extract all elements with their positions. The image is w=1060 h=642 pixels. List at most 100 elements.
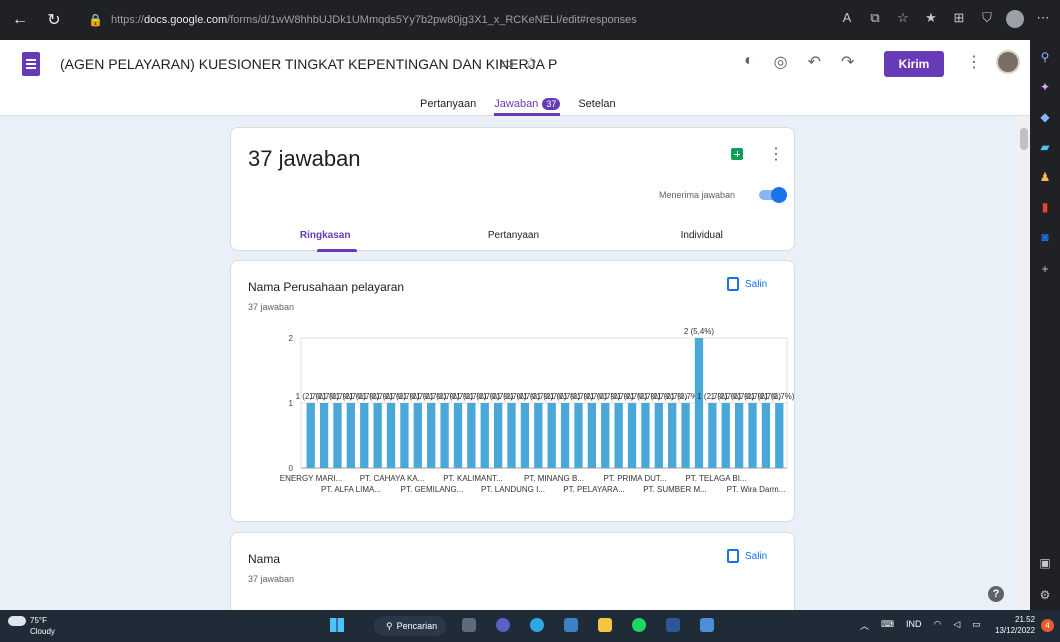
forms-header: (AGEN PELAYARAN) KUESIONER TINGKAT KEPEN… — [0, 40, 1030, 116]
preview-eye-icon[interactable]: ◎ — [774, 52, 788, 72]
y-tick-label: 2 — [289, 334, 294, 343]
clock-date: 13/12/2022 — [995, 626, 1036, 635]
help-icon[interactable]: ? — [988, 586, 1004, 602]
spotify-icon[interactable] — [632, 618, 646, 632]
bar — [534, 403, 543, 468]
wifi-icon[interactable]: ◠ — [934, 619, 942, 632]
bar — [668, 403, 677, 468]
form-title[interactable]: (AGEN PELAYARAN) KUESIONER TINGKAT KEPEN… — [60, 56, 557, 72]
bar — [547, 403, 556, 468]
undo-icon[interactable]: ↶ — [808, 52, 821, 72]
settings-gear-icon[interactable]: ⚙ — [1038, 588, 1052, 602]
copy-responses-button[interactable]: Salin — [727, 549, 767, 563]
question-card-name: Nama 37 jawaban Salin — [230, 532, 795, 612]
tab-question[interactable]: Pertanyaan — [419, 230, 607, 241]
notification-badge[interactable]: 4 — [1041, 619, 1054, 632]
tab-settings[interactable]: Setelan — [578, 98, 615, 116]
browser-menu-icon[interactable]: ⋯ — [1034, 10, 1052, 31]
question-response-count: 37 jawaban — [248, 574, 295, 584]
scroll-thumb[interactable] — [1020, 128, 1028, 150]
shopping-tag-icon[interactable]: ◆ — [1038, 110, 1052, 124]
accepting-responses-toggle[interactable] — [759, 187, 787, 203]
back-icon[interactable]: ← — [6, 6, 34, 34]
bar — [721, 403, 730, 468]
office-icon[interactable]: ▮ — [1038, 200, 1052, 214]
bar — [587, 403, 597, 468]
clock-time: 21.52 — [1015, 615, 1036, 624]
bar — [507, 403, 516, 468]
tab-questions[interactable]: Pertanyaan — [420, 98, 476, 116]
file-explorer-icon[interactable] — [598, 618, 612, 632]
y-tick-label: 0 — [289, 464, 294, 473]
more-vert-icon[interactable]: ⋮ — [768, 144, 784, 164]
bar — [654, 403, 663, 468]
split-screen-icon[interactable]: ⧉ — [866, 10, 884, 31]
bar — [627, 403, 637, 468]
teams-icon[interactable] — [496, 618, 510, 632]
tab-individual[interactable]: Individual — [608, 230, 796, 241]
favorite-icon[interactable]: ☆ — [894, 10, 912, 31]
x-tick-label: PT. Wira Darm... — [727, 485, 786, 494]
bar — [574, 403, 583, 468]
bar — [493, 403, 503, 468]
store-icon[interactable] — [564, 618, 578, 632]
question-title: Nama — [248, 552, 281, 566]
windows-start-icon[interactable] — [330, 618, 344, 632]
add-icon[interactable]: + — [1038, 262, 1052, 276]
y-tick-label: 1 — [289, 399, 294, 408]
system-tray: ︿ ⌨ IND ◠ ◁ ▭ — [860, 619, 981, 632]
keyboard-icon[interactable]: ⌨ — [881, 619, 894, 632]
bar — [761, 403, 771, 468]
refresh-icon[interactable]: ↻ — [40, 6, 68, 34]
google-forms-logo[interactable] — [22, 52, 40, 76]
photos-icon[interactable] — [700, 618, 714, 632]
chevron-up-icon[interactable]: ︿ — [860, 619, 869, 632]
discover-icon[interactable]: ✦ — [1038, 80, 1052, 94]
bar — [560, 403, 570, 468]
shield-icon[interactable]: ⛉ — [978, 10, 996, 31]
word-icon[interactable] — [666, 618, 680, 632]
battery-icon[interactable]: ▭ — [972, 619, 981, 632]
sidebar-toggle-icon[interactable]: ▣ — [1038, 556, 1052, 570]
redo-icon[interactable]: ↷ — [841, 52, 854, 72]
address-bar[interactable]: 🔒 https://docs.google.com/forms/d/1wW8hh… — [88, 7, 798, 33]
google-sheets-icon[interactable] — [731, 148, 743, 160]
outlook-icon[interactable]: ◙ — [1038, 230, 1052, 244]
weather-widget[interactable]: 75°F Cloudy — [8, 615, 55, 637]
copy-label: Salin — [745, 550, 768, 562]
url-path: /forms/d/1wW8hhbUJDk1UMmqds5Yy7b2pw80jg3… — [227, 14, 637, 26]
star-icon[interactable]: ☆ — [524, 54, 537, 72]
games-icon[interactable]: ♟ — [1038, 170, 1052, 184]
taskbar-search[interactable]: ⚲ Pencarian — [374, 616, 446, 636]
edge-icon[interactable] — [530, 618, 544, 632]
x-tick-label: ENERGY MARI... — [280, 474, 343, 483]
bar — [319, 403, 329, 468]
language-indicator[interactable]: IND — [906, 619, 922, 632]
bar — [400, 403, 409, 468]
read-aloud-icon[interactable]: A — [838, 10, 856, 31]
palette-icon[interactable]: ◐ — [744, 52, 754, 72]
page-scrollbar[interactable] — [1018, 116, 1030, 610]
folder-icon[interactable]: ▭ — [500, 54, 514, 72]
collections-icon[interactable]: ⊞ — [950, 10, 968, 31]
header-actions: ◐ ◎ ↶ ↷ — [744, 52, 854, 72]
bar — [333, 403, 342, 468]
x-tick-label: PT. KALIMANT... — [443, 474, 503, 483]
bar — [601, 403, 610, 468]
avatar[interactable] — [996, 50, 1020, 74]
more-vert-icon[interactable]: ⋮ — [966, 52, 982, 72]
clock[interactable]: 21.52 13/12/2022 — [995, 614, 1035, 636]
x-tick-label: PT. MINANG B... — [524, 474, 584, 483]
bar — [520, 403, 530, 468]
profile-icon[interactable] — [1006, 10, 1024, 31]
volume-icon[interactable]: ◁ — [953, 619, 960, 632]
favorites-bar-icon[interactable]: ★ — [922, 10, 940, 31]
task-view-icon[interactable] — [462, 618, 476, 632]
send-button[interactable]: Kirim — [884, 51, 944, 77]
bar — [734, 403, 744, 468]
tab-summary[interactable]: Ringkasan — [231, 230, 419, 241]
tab-responses[interactable]: Jawaban 37 — [494, 98, 561, 116]
search-icon[interactable]: ⚲ — [1038, 50, 1052, 64]
tools-icon[interactable]: ▰ — [1038, 140, 1052, 154]
cloud-icon — [8, 615, 26, 626]
